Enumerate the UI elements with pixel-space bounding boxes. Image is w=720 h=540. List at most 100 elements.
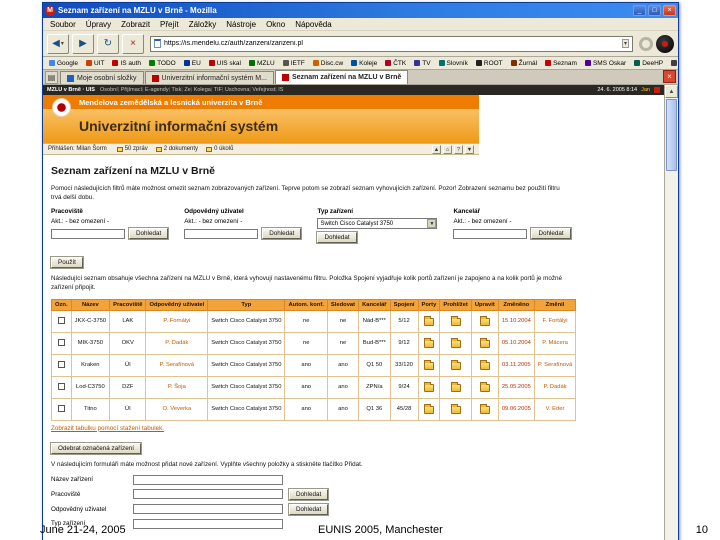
pouzit-button[interactable]: Použít [50, 256, 84, 270]
bookmark-item[interactable]: Slovník [438, 60, 468, 67]
close-button[interactable]: × [663, 5, 676, 16]
down-icon[interactable]: ▼ [465, 144, 474, 154]
uis-topbar-item[interactable]: TIF [211, 87, 222, 93]
edit-folder-icon[interactable] [479, 337, 490, 348]
task-icon[interactable] [206, 146, 213, 152]
vertical-scrollbar[interactable]: ▲ ▼ [664, 85, 678, 540]
menu-item[interactable]: Nápověda [295, 20, 331, 29]
table-header-cell[interactable]: Porty [417, 298, 441, 311]
cell-zmenil-link[interactable]: P. Mácera [533, 331, 577, 355]
cell-uzivatel-link[interactable]: O. Veverka [145, 397, 209, 421]
documents-count[interactable]: 2 dokumenty [164, 146, 198, 152]
tab-list-icon[interactable]: ▤ [45, 71, 58, 84]
browser-tab[interactable]: Seznam zařízení na MZLU v Brně [274, 70, 409, 84]
row-checkbox[interactable] [57, 360, 65, 368]
table-header-cell[interactable]: Prohlížet [439, 298, 472, 311]
bookmark-item[interactable]: EU [183, 60, 201, 67]
url-bar[interactable]: https://is.mendelu.cz/auth/zarizeni/zari… [150, 35, 633, 52]
uis-topbar-item[interactable]: E-agendy [142, 87, 169, 93]
row-checkbox[interactable] [57, 316, 65, 324]
ports-folder-icon[interactable] [423, 381, 434, 392]
back-dropdown-icon[interactable]: ▾ [61, 40, 64, 47]
print-ring-icon[interactable] [639, 36, 653, 51]
cell-zmenil-link[interactable]: V. Eder [533, 397, 577, 421]
url-text[interactable]: https://is.mendelu.cz/auth/zarizeni/zari… [164, 40, 619, 47]
bookmark-item[interactable]: UIT [85, 60, 104, 67]
edit-folder-icon[interactable] [479, 359, 490, 370]
form-input[interactable] [133, 489, 283, 500]
bookmark-item[interactable]: MZLU [248, 60, 275, 67]
view-folder-icon[interactable] [450, 337, 461, 348]
bookmark-item[interactable]: IS auth [112, 60, 141, 67]
uis-topbar-item[interactable]: Uschovna [222, 87, 249, 93]
mail-icon[interactable] [116, 146, 123, 152]
table-header-cell[interactable]: Změnil [533, 298, 577, 311]
view-folder-icon[interactable] [450, 381, 461, 392]
ports-folder-icon[interactable] [423, 403, 434, 414]
table-header-cell[interactable]: Ozn. [51, 298, 72, 311]
menu-item[interactable]: Zobrazit [121, 20, 150, 29]
edit-folder-icon[interactable] [479, 403, 490, 414]
view-folder-icon[interactable] [450, 315, 461, 326]
chevron-down-icon[interactable]: ▼ [427, 219, 437, 229]
menu-item[interactable]: Nástroje [226, 20, 256, 29]
menu-item[interactable]: Úpravy [86, 20, 111, 29]
bookmark-item[interactable]: IETF [282, 60, 305, 67]
table-header-cell[interactable]: Pracoviště [109, 298, 147, 311]
document-icon[interactable] [155, 146, 162, 152]
table-header-cell[interactable]: Sledovat [326, 298, 360, 311]
bookmark-item[interactable]: TV [414, 60, 431, 67]
table-header-cell[interactable]: Odpovědný uživatel [145, 298, 209, 311]
bookmark-item[interactable]: TODO [149, 60, 176, 67]
stop-button[interactable]: × [122, 33, 144, 54]
uis-topbar-item[interactable]: Ze [181, 87, 190, 93]
bookmark-item[interactable]: SMS Oskar [584, 60, 626, 67]
ports-folder-icon[interactable] [423, 315, 434, 326]
table-header-cell[interactable]: Název [70, 298, 111, 311]
logout-icon[interactable] [654, 87, 660, 93]
url-dropdown-icon[interactable]: ▾ [621, 39, 629, 48]
browser-tab[interactable]: Univerzitní informační systém M... [144, 71, 274, 84]
menu-item[interactable]: Soubor [50, 20, 76, 29]
browser-tab[interactable]: Moje osobní složky [60, 71, 144, 84]
ports-folder-icon[interactable] [423, 359, 434, 370]
home-icon[interactable]: ⌂ [443, 144, 452, 154]
uis-topbar-item[interactable]: Tisk [169, 87, 181, 93]
reload-button[interactable]: ↻ [97, 33, 119, 54]
bookmark-item[interactable]: UIS skal [208, 60, 241, 67]
view-folder-icon[interactable] [450, 359, 461, 370]
uzivatel-input[interactable] [184, 228, 259, 239]
bookmark-item[interactable]: Disc.cw [312, 60, 343, 67]
cell-uzivatel-link[interactable]: P. Dadák [145, 331, 209, 355]
menu-item[interactable]: Okno [266, 20, 285, 29]
table-header-cell[interactable]: Typ [207, 298, 286, 311]
uis-topbar-item[interactable]: Osobní [100, 87, 118, 93]
cell-zmenil-link[interactable]: P. Serafínová [533, 353, 577, 377]
bookmark-item[interactable]: Seznam [545, 60, 577, 67]
dohledat-button[interactable]: Dohledat [261, 227, 303, 241]
uis-topbar-item[interactable]: IS [275, 87, 283, 93]
pracoviste-input[interactable] [51, 228, 125, 239]
uis-topbar-item[interactable]: Přijímací [118, 87, 142, 93]
view-folder-icon[interactable] [450, 403, 461, 414]
cell-uzivatel-link[interactable]: P. Fornályi [145, 309, 209, 333]
kancelar-input[interactable] [453, 228, 528, 239]
table-header-cell[interactable]: Spojení [389, 298, 419, 311]
uis-topbar-item[interactable]: Veřejnost [249, 87, 275, 93]
table-header-cell[interactable]: Změněno [497, 298, 535, 311]
typ-select[interactable]: Switch Cisco Catalyst 3750 ▼ [317, 218, 438, 230]
forward-button[interactable]: ▶ [72, 33, 94, 54]
cell-zmenil-link[interactable]: F. Fortályi [533, 309, 577, 333]
scroll-up-icon[interactable]: ▲ [665, 85, 678, 98]
row-checkbox[interactable] [57, 382, 65, 390]
bookmark-item[interactable]: ČTK [385, 60, 406, 67]
menu-item[interactable]: Přejít [160, 20, 179, 29]
scrollbar-thumb[interactable] [666, 99, 677, 171]
table-header-cell[interactable]: Kancelář [358, 298, 391, 311]
table-header-cell[interactable]: Autom. konf. [284, 298, 328, 311]
dohledat-button[interactable]: Dohledat [316, 231, 358, 245]
cell-uzivatel-link[interactable]: P. Serafínová [145, 353, 209, 377]
bookmark-item[interactable]: ROOT [475, 60, 503, 67]
form-input[interactable] [133, 474, 283, 485]
cell-zmenil-link[interactable]: P. Dadák [533, 375, 577, 399]
